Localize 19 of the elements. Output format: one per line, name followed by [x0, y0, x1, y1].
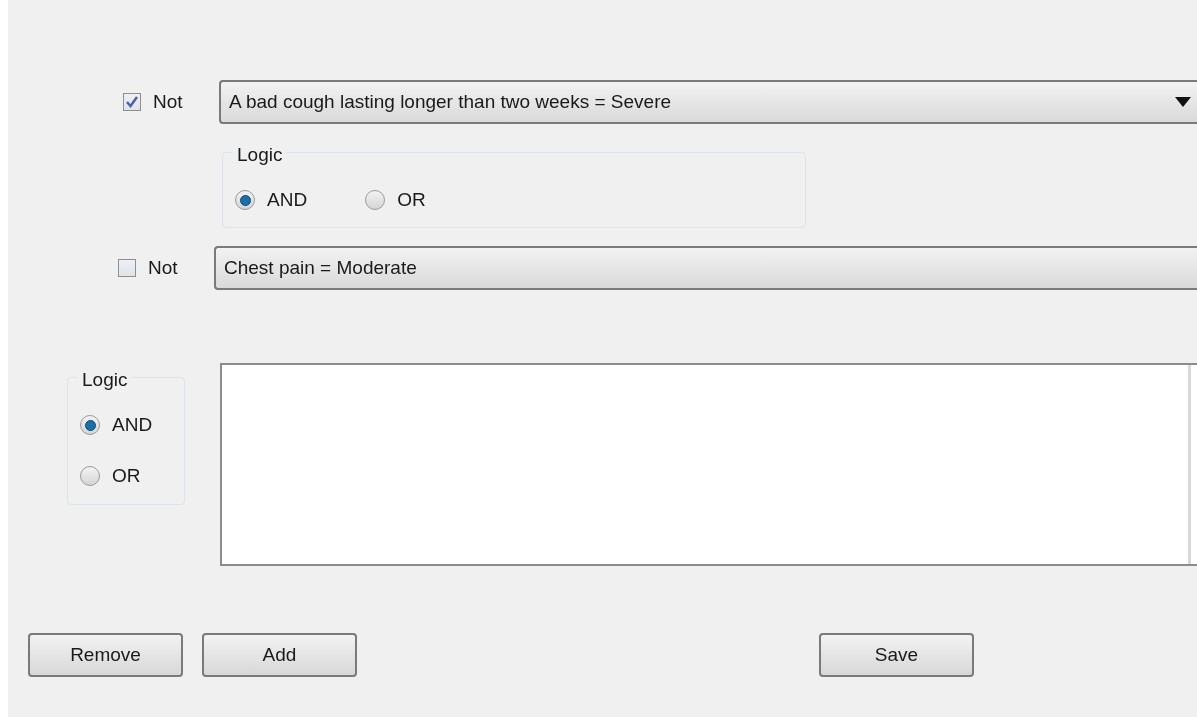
- radio-label: OR: [397, 188, 426, 212]
- radio-button[interactable]: [80, 415, 100, 436]
- radio-button[interactable]: [235, 190, 255, 211]
- dropdown-arrow-icon: [1175, 97, 1191, 107]
- checkbox[interactable]: [123, 93, 141, 111]
- radio-button[interactable]: [80, 465, 100, 486]
- action-button[interactable]: Remove: [28, 633, 183, 677]
- text-area[interactable]: [220, 363, 1197, 566]
- checkbox[interactable]: [118, 259, 136, 277]
- action-button[interactable]: Add: [202, 633, 357, 677]
- radio-label: OR: [112, 463, 141, 488]
- condition-dropdown[interactable]: A bad cough lasting longer than two weeks = Severe: [219, 80, 1197, 124]
- radio-button[interactable]: [365, 190, 386, 211]
- action-button[interactable]: Save: [819, 633, 974, 677]
- condition-dropdown[interactable]: Chest pain = Moderate: [214, 246, 1197, 290]
- radio-label: AND: [267, 188, 308, 212]
- not-label: Not: [153, 89, 183, 114]
- radio-label: AND: [112, 413, 153, 437]
- not-label: Not: [148, 255, 178, 280]
